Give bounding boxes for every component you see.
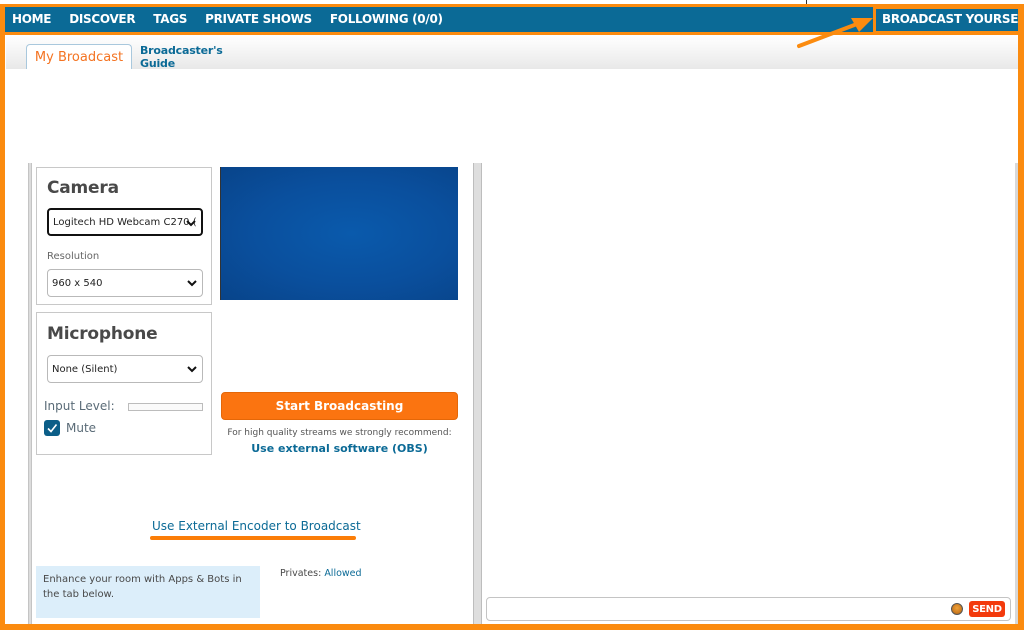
- nav-private-shows[interactable]: PRIVATE SHOWS: [205, 12, 312, 26]
- nav-following[interactable]: FOLLOWING (0/0): [330, 12, 443, 26]
- resolution-select-value: 960 x 540: [52, 277, 103, 289]
- annotation-arrow-icon: [797, 18, 873, 48]
- checkmark-icon: [47, 424, 58, 433]
- microphone-panel: Microphone None (Silent) Input Level: Mu…: [36, 312, 212, 455]
- camera-preview: [220, 167, 458, 300]
- camera-select[interactable]: Logitech HD Webcam C270 (: [47, 208, 203, 236]
- mute-label: Mute: [66, 421, 97, 435]
- chevron-down-icon: [187, 280, 197, 287]
- microphone-select-value: None (Silent): [52, 363, 118, 375]
- apps-bots-notice: Enhance your room with Apps & Bots in th…: [36, 566, 260, 618]
- tab-broadcasters-guide[interactable]: Broadcaster's Guide: [140, 44, 260, 70]
- panel-divider[interactable]: [473, 163, 482, 626]
- annotation-frame-top: [0, 4, 1024, 7]
- input-level-meter: [128, 403, 203, 411]
- nav-tags[interactable]: TAGS: [153, 12, 187, 26]
- mute-row[interactable]: Mute: [44, 420, 96, 436]
- obs-link[interactable]: Use external software (OBS): [221, 442, 458, 455]
- camera-title: Camera: [47, 178, 119, 198]
- nav-discover[interactable]: DISCOVER: [69, 12, 135, 26]
- resolution-select[interactable]: 960 x 540: [47, 269, 203, 297]
- chevron-down-icon: [186, 220, 196, 227]
- resolution-label: Resolution: [47, 251, 100, 262]
- privates-label: Privates:: [280, 568, 322, 579]
- camera-select-value: Logitech HD Webcam C270 (: [53, 216, 197, 228]
- emoji-icon[interactable]: [951, 603, 963, 615]
- chat-input[interactable]: [486, 597, 1011, 621]
- microphone-select[interactable]: None (Silent): [47, 355, 203, 383]
- mute-checkbox[interactable]: [44, 420, 60, 436]
- left-column-border: [28, 163, 32, 626]
- privates-value: Allowed: [324, 568, 362, 579]
- camera-panel: Camera Logitech HD Webcam C270 ( Resolut…: [36, 167, 212, 305]
- annotation-highlight-box: [873, 6, 1021, 34]
- send-button[interactable]: SEND: [969, 601, 1005, 617]
- recommend-text: For high quality streams we strongly rec…: [227, 428, 452, 438]
- microphone-title: Microphone: [47, 324, 158, 344]
- nav-home[interactable]: HOME: [12, 12, 51, 26]
- chevron-down-icon: [187, 366, 197, 373]
- tab-my-broadcast[interactable]: My Broadcast: [26, 44, 132, 69]
- input-level-label: Input Level:: [44, 399, 115, 413]
- external-encoder-link[interactable]: Use External Encoder to Broadcast: [152, 519, 361, 533]
- annotation-frame-bottom: [0, 624, 1024, 630]
- annotation-frame-right: [1018, 4, 1024, 630]
- start-broadcasting-button[interactable]: Start Broadcasting: [221, 392, 458, 420]
- top-nav-links: HOME DISCOVER TAGS PRIVATE SHOWS FOLLOWI…: [12, 5, 443, 33]
- privates-status: Privates: Allowed: [280, 568, 362, 579]
- encoder-highlight-underline: [150, 536, 356, 540]
- annotation-frame-left: [0, 4, 5, 630]
